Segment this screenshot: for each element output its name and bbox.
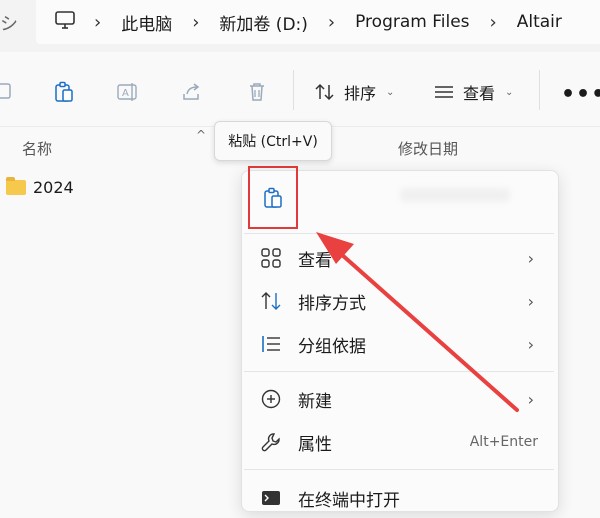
- toolbar-divider: [293, 70, 294, 110]
- chevron-right-icon: ›: [94, 11, 102, 33]
- chevron-right-icon: ›: [489, 11, 497, 33]
- chevron-right-icon: ›: [527, 389, 534, 409]
- menu-item-label: 属性: [298, 434, 332, 455]
- menu-item-view[interactable]: 查看 ›: [244, 238, 554, 278]
- sort-ascending-icon: ^: [196, 128, 207, 142]
- properties-icon: [260, 431, 282, 453]
- menu-item-label: 排序方式: [298, 293, 366, 314]
- view-button-label: 查看: [463, 84, 496, 103]
- menu-item-label: 查看: [298, 250, 332, 271]
- menu-item-sort-by[interactable]: 排序方式 ›: [244, 281, 554, 321]
- sort-arrows-icon: [315, 83, 334, 101]
- chevron-right-icon: ›: [527, 291, 534, 311]
- computer-icon: [54, 10, 76, 34]
- view-icon: [260, 247, 282, 269]
- svg-text:A: A: [122, 88, 129, 99]
- view-button[interactable]: 查看 ⌄: [433, 80, 513, 104]
- share-icon[interactable]: [180, 80, 204, 104]
- menu-item-label: 分组依据: [298, 336, 366, 357]
- address-bar-area: シ › 此电脑 › 新加卷 (D:) › Program Files › Alt…: [0, 0, 600, 52]
- new-icon: [260, 388, 282, 410]
- toolbar-divider: [539, 70, 540, 110]
- sort-button[interactable]: 排序 ⌄: [314, 80, 394, 104]
- chevron-down-icon: ⌄: [386, 86, 395, 98]
- column-name[interactable]: 名称: [22, 138, 52, 159]
- file-name: 2024: [33, 178, 74, 197]
- more-options-button[interactable]: •••: [561, 82, 600, 107]
- menu-item-group-by[interactable]: 分组依据 ›: [244, 324, 554, 364]
- menu-item-shortcut: Alt+Enter: [469, 434, 538, 450]
- delete-icon[interactable]: [245, 80, 269, 104]
- paste-tooltip: 粘贴 (Ctrl+V): [214, 121, 332, 161]
- breadcrumb-altair[interactable]: Altair: [517, 12, 562, 32]
- group-icon: [260, 333, 282, 355]
- chevron-right-icon: ›: [527, 334, 534, 354]
- column-modified[interactable]: 修改日期: [398, 138, 458, 159]
- terminal-icon: [260, 487, 282, 509]
- paste-icon: [264, 187, 282, 208]
- breadcrumb-program-files[interactable]: Program Files: [355, 12, 469, 32]
- menu-item-label: 在终端中打开: [298, 490, 400, 511]
- blurred-content: [400, 188, 510, 202]
- paste-button[interactable]: [248, 166, 298, 229]
- paste-toolbar-icon[interactable]: [52, 80, 76, 104]
- folder-icon: [6, 177, 26, 195]
- chevron-right-icon: ›: [527, 248, 534, 268]
- menu-divider: [244, 469, 554, 470]
- copy-icon[interactable]: [0, 80, 14, 104]
- menu-divider: [244, 233, 554, 234]
- sort-button-label: 排序: [344, 84, 377, 103]
- menu-item-open-terminal[interactable]: 在终端中打开: [244, 478, 554, 518]
- address-fragment: シ: [0, 14, 18, 35]
- chevron-right-icon: ›: [192, 11, 200, 33]
- list-item[interactable]: 2024: [6, 177, 74, 197]
- chevron-down-icon: ⌄: [505, 86, 514, 98]
- list-view-icon: [435, 86, 453, 98]
- menu-divider: [244, 371, 554, 372]
- chevron-right-icon: ›: [327, 11, 336, 33]
- breadcrumb-drive-d[interactable]: 新加卷 (D:): [219, 10, 308, 35]
- sort-icon: [260, 290, 282, 312]
- menu-item-properties[interactable]: 属性 Alt+Enter: [244, 422, 554, 462]
- rename-icon[interactable]: A: [116, 80, 140, 104]
- breadcrumb-this-pc[interactable]: 此电脑: [121, 10, 172, 35]
- address-bar[interactable]: › 此电脑 › 新加卷 (D:) › Program Files › Altai…: [36, 0, 600, 44]
- menu-item-new[interactable]: 新建 ›: [244, 379, 554, 419]
- menu-item-label: 新建: [298, 391, 332, 412]
